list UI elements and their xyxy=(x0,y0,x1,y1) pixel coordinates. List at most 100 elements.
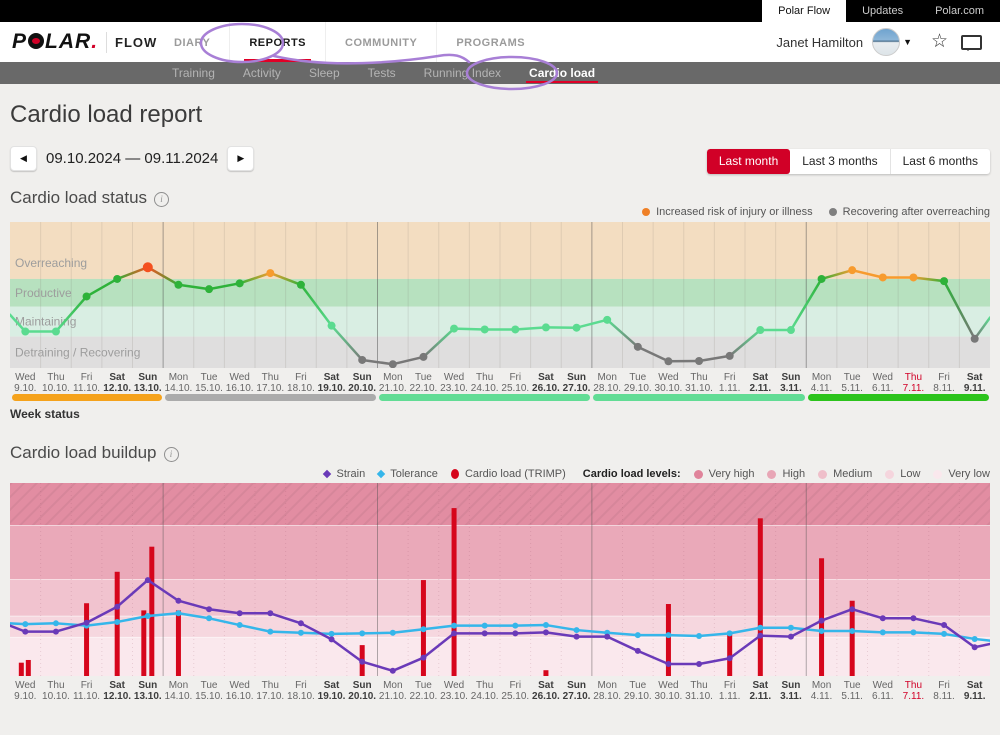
day-label: Sun20.10. xyxy=(347,680,378,702)
last-month-button[interactable]: Last month xyxy=(707,149,790,174)
logo-letter-p: P xyxy=(12,30,27,53)
cardio-load-buildup-chart xyxy=(10,483,990,676)
day-label: Tue5.11. xyxy=(837,680,868,702)
day-label: Thu10.10. xyxy=(40,372,71,394)
status-point xyxy=(818,275,826,283)
info-icon[interactable] xyxy=(154,192,169,207)
strain-point xyxy=(482,630,488,636)
day-label: Fri8.11. xyxy=(929,372,960,394)
avatar[interactable] xyxy=(872,28,900,56)
date-range: 09.10.2024 — 09.11.2024 xyxy=(46,150,218,167)
day-label: Mon28.10. xyxy=(592,372,623,394)
page-title: Cardio load report xyxy=(10,101,202,129)
status-point xyxy=(940,277,948,285)
tolerance-point xyxy=(880,629,886,635)
status-point xyxy=(481,325,489,333)
menu-item-diary[interactable]: DIARY xyxy=(155,22,229,62)
tolerance-point xyxy=(451,623,457,629)
strain-point xyxy=(727,655,733,661)
day-label: Fri11.10. xyxy=(71,372,102,394)
strain-point xyxy=(206,606,212,612)
last-3-months-button[interactable]: Last 3 months xyxy=(790,149,889,174)
status-point xyxy=(573,324,581,332)
strain-point xyxy=(359,659,365,665)
legend-item: Increased risk of injury or illness xyxy=(642,206,813,218)
range-button-group: Last month Last 3 months Last 6 months xyxy=(707,149,990,174)
site-tab-polar-flow[interactable]: Polar Flow xyxy=(762,0,846,22)
next-period-button[interactable]: ▶ xyxy=(227,146,254,171)
band-label: Productive xyxy=(15,286,72,300)
day-label: Wed16.10. xyxy=(224,680,255,702)
user-menu[interactable]: Janet Hamilton ▼ xyxy=(776,22,912,62)
subnav-item-running-index[interactable]: Running Index xyxy=(410,62,515,84)
status-point xyxy=(695,357,703,365)
subnav-item-training[interactable]: Training xyxy=(158,62,229,84)
status-point xyxy=(328,322,336,330)
day-label: Sun27.10. xyxy=(561,680,592,702)
feedback-bubble-icon[interactable] xyxy=(961,35,982,50)
tolerance-point xyxy=(175,610,181,616)
site-tab-updates[interactable]: Updates xyxy=(846,0,919,22)
status-point xyxy=(205,285,213,293)
status-point xyxy=(113,275,121,283)
tolerance-point xyxy=(574,627,580,633)
legend-dot-icon xyxy=(829,208,837,216)
day-label: Wed23.10. xyxy=(439,372,470,394)
day-label: Thu7.11. xyxy=(898,680,929,702)
prev-period-button[interactable]: ◀ xyxy=(10,146,37,171)
day-label: Tue15.10. xyxy=(194,372,225,394)
subnav-item-tests[interactable]: Tests xyxy=(354,62,410,84)
tolerance-point xyxy=(757,625,763,631)
tolerance-point xyxy=(727,630,733,636)
day-label: Fri1.11. xyxy=(714,680,745,702)
info-icon[interactable] xyxy=(164,447,179,462)
level-dot-icon xyxy=(885,470,894,479)
trimp-bar xyxy=(26,660,31,676)
tolerance-point xyxy=(665,632,671,638)
strain-point xyxy=(53,629,59,635)
subnav-item-activity[interactable]: Activity xyxy=(229,62,295,84)
band-label: Maintaining xyxy=(15,315,76,329)
menu-item-community[interactable]: COMMUNITY xyxy=(325,22,436,62)
day-label: Mon14.10. xyxy=(163,372,194,394)
status-point xyxy=(143,262,153,272)
tolerance-point xyxy=(420,626,426,632)
tolerance-point xyxy=(849,628,855,634)
day-label: Thu24.10. xyxy=(469,680,500,702)
polar-logo[interactable]: PLAR. xyxy=(12,30,98,54)
day-label: Thu7.11. xyxy=(898,372,929,394)
level-legend-item: Very high xyxy=(694,468,755,480)
menu-item-reports[interactable]: REPORTS xyxy=(229,22,325,62)
day-label: Sun20.10. xyxy=(347,372,378,394)
subnav-item-cardio-load[interactable]: Cardio load xyxy=(515,62,609,84)
day-label: Wed23.10. xyxy=(439,680,470,702)
trimp-bar xyxy=(819,558,824,676)
strain-point xyxy=(267,610,273,616)
last-6-months-button[interactable]: Last 6 months xyxy=(890,149,990,174)
strain-point xyxy=(22,629,28,635)
main-navbar: PLAR. FLOW DIARY REPORTS COMMUNITY PROGR… xyxy=(0,22,1000,63)
strain-point xyxy=(543,629,549,635)
day-label: Sun3.11. xyxy=(775,680,806,702)
date-navigation: ◀ 09.10.2024 — 09.11.2024 ▶ xyxy=(10,146,254,171)
band-label: Overreaching xyxy=(15,256,87,270)
legend-diamond-icon xyxy=(323,470,331,478)
day-label: Wed30.10. xyxy=(653,680,684,702)
day-label: Thu24.10. xyxy=(469,372,500,394)
strain-point xyxy=(972,644,978,650)
status-point xyxy=(634,343,642,351)
strain-point xyxy=(420,655,426,661)
level-dot-icon xyxy=(933,470,942,479)
chevron-down-icon: ▼ xyxy=(903,37,912,47)
day-label: Fri1.11. xyxy=(714,372,745,394)
week-status-bar xyxy=(165,394,376,401)
status-point xyxy=(174,281,182,289)
site-tab-polar-com[interactable]: Polar.com xyxy=(919,0,1000,22)
day-label: Fri18.10. xyxy=(285,680,316,702)
level-legend-item: Medium xyxy=(818,468,872,480)
tolerance-point xyxy=(145,613,151,619)
subnav-item-sleep[interactable]: Sleep xyxy=(295,62,354,84)
menu-item-programs[interactable]: PROGRAMS xyxy=(436,22,544,62)
day-label: Thu31.10. xyxy=(684,680,715,702)
favorites-star-icon[interactable]: ☆ xyxy=(931,30,948,53)
